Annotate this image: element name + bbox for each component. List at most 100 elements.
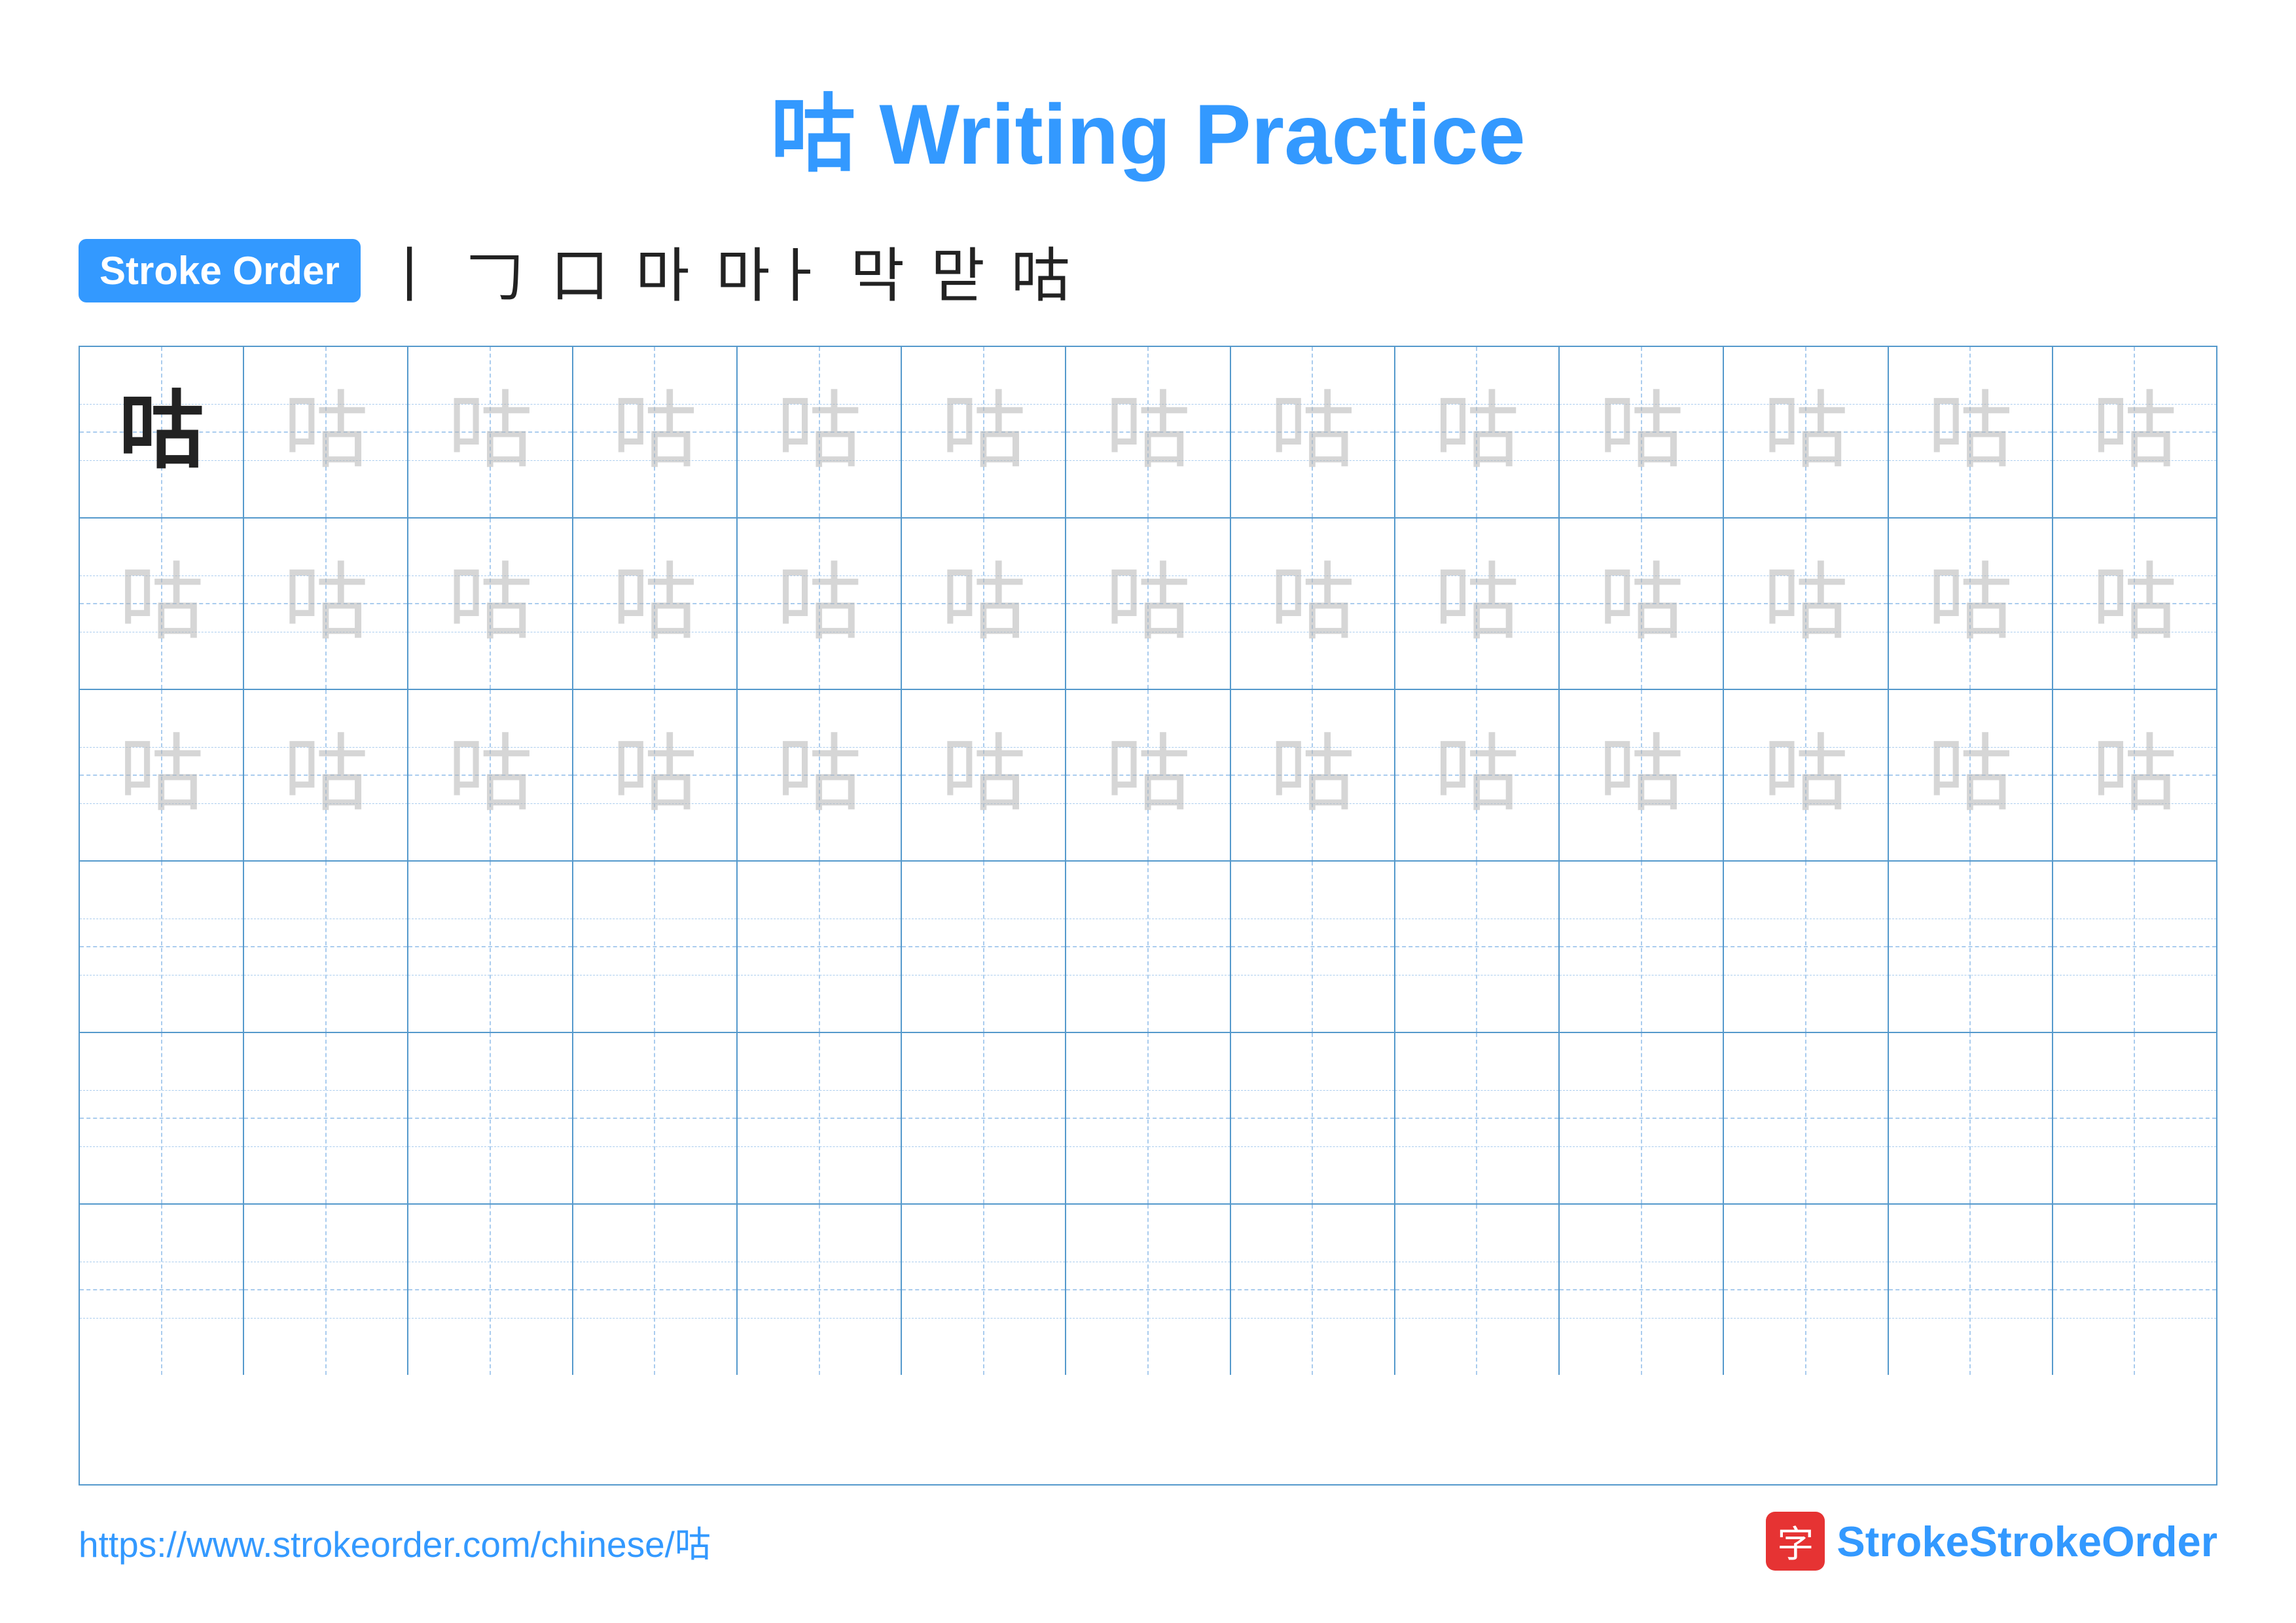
- grid-cell-1-7[interactable]: 咕: [1066, 347, 1230, 517]
- grid-cell-2-12[interactable]: 咕: [1889, 519, 2053, 689]
- grid-cell-2-13[interactable]: 咕: [2053, 519, 2216, 689]
- stroke-step-5: 마ㅏ: [716, 228, 825, 313]
- grid-row-2: 咕 咕 咕 咕 咕 咕 咕 咕 咕 咕 咕 咕 咕: [80, 519, 2216, 690]
- cell-char-faded: 咕: [1270, 390, 1355, 475]
- grid-cell-5-2[interactable]: [244, 1033, 408, 1203]
- grid-cell-1-1[interactable]: 咕: [80, 347, 244, 517]
- grid-cell-3-2[interactable]: 咕: [244, 690, 408, 860]
- grid-cell-5-12[interactable]: [1889, 1033, 2053, 1203]
- grid-cell-3-4[interactable]: 咕: [573, 690, 738, 860]
- grid-cell-2-10[interactable]: 咕: [1560, 519, 1724, 689]
- grid-cell-4-10[interactable]: [1560, 862, 1724, 1032]
- grid-cell-5-13[interactable]: [2053, 1033, 2216, 1203]
- grid-cell-1-11[interactable]: 咕: [1724, 347, 1888, 517]
- grid-cell-1-9[interactable]: 咕: [1395, 347, 1560, 517]
- grid-cell-5-8[interactable]: [1231, 1033, 1395, 1203]
- grid-cell-2-5[interactable]: 咕: [738, 519, 902, 689]
- cell-char-faded: 咕: [941, 390, 1026, 475]
- grid-cell-6-10[interactable]: [1560, 1205, 1724, 1375]
- grid-cell-1-10[interactable]: 咕: [1560, 347, 1724, 517]
- grid-cell-3-10[interactable]: 咕: [1560, 690, 1724, 860]
- grid-cell-6-6[interactable]: [902, 1205, 1066, 1375]
- stroke-step-6: 막: [850, 228, 905, 313]
- cell-char-faded: 咕: [1763, 390, 1848, 475]
- grid-cell-3-7[interactable]: 咕: [1066, 690, 1230, 860]
- grid-cell-6-8[interactable]: [1231, 1205, 1395, 1375]
- grid-cell-2-7[interactable]: 咕: [1066, 519, 1230, 689]
- grid-cell-2-9[interactable]: 咕: [1395, 519, 1560, 689]
- title-label: Writing Practice: [879, 86, 1525, 182]
- grid-cell-6-1[interactable]: [80, 1205, 244, 1375]
- practice-grid: 咕 咕 咕 咕 咕 咕 咕: [79, 346, 2217, 1486]
- grid-cell-3-5[interactable]: 咕: [738, 690, 902, 860]
- grid-cell-1-13[interactable]: 咕: [2053, 347, 2216, 517]
- grid-cell-6-11[interactable]: [1724, 1205, 1888, 1375]
- grid-cell-3-8[interactable]: 咕: [1231, 690, 1395, 860]
- grid-cell-6-2[interactable]: [244, 1205, 408, 1375]
- grid-cell-6-7[interactable]: [1066, 1205, 1230, 1375]
- grid-row-3: 咕 咕 咕 咕 咕 咕 咕 咕 咕 咕 咕 咕 咕: [80, 690, 2216, 862]
- grid-cell-4-11[interactable]: [1724, 862, 1888, 1032]
- grid-cell-2-8[interactable]: 咕: [1231, 519, 1395, 689]
- grid-cell-3-1[interactable]: 咕: [80, 690, 244, 860]
- grid-row-5: [80, 1033, 2216, 1205]
- strokeorder-logo-icon: 字: [1766, 1512, 1825, 1571]
- grid-cell-4-2[interactable]: [244, 862, 408, 1032]
- page: 咕 Writing Practice Stroke Order 丨 𠃌 口 마 …: [0, 0, 2296, 1623]
- grid-cell-1-3[interactable]: 咕: [408, 347, 573, 517]
- cell-char-faded: 咕: [612, 390, 697, 475]
- grid-cell-2-3[interactable]: 咕: [408, 519, 573, 689]
- grid-cell-5-1[interactable]: [80, 1033, 244, 1203]
- grid-cell-4-1[interactable]: [80, 862, 244, 1032]
- grid-cell-5-9[interactable]: [1395, 1033, 1560, 1203]
- grid-cell-6-12[interactable]: [1889, 1205, 2053, 1375]
- grid-cell-2-4[interactable]: 咕: [573, 519, 738, 689]
- grid-cell-1-2[interactable]: 咕: [244, 347, 408, 517]
- grid-cell-4-7[interactable]: [1066, 862, 1230, 1032]
- stroke-steps: 丨 𠃌 口 마 마ㅏ 막 맏 咕: [380, 228, 1070, 313]
- grid-row-6: [80, 1205, 2216, 1375]
- grid-cell-5-6[interactable]: [902, 1033, 1066, 1203]
- grid-cell-6-13[interactable]: [2053, 1205, 2216, 1375]
- grid-cell-3-13[interactable]: 咕: [2053, 690, 2216, 860]
- grid-cell-3-3[interactable]: 咕: [408, 690, 573, 860]
- grid-cell-6-5[interactable]: [738, 1205, 902, 1375]
- grid-cell-5-7[interactable]: [1066, 1033, 1230, 1203]
- grid-cell-5-5[interactable]: [738, 1033, 902, 1203]
- grid-cell-5-4[interactable]: [573, 1033, 738, 1203]
- cell-char-faded: 咕: [448, 390, 533, 475]
- grid-cell-3-6[interactable]: 咕: [902, 690, 1066, 860]
- grid-cell-5-10[interactable]: [1560, 1033, 1724, 1203]
- grid-cell-4-5[interactable]: [738, 862, 902, 1032]
- grid-cell-2-1[interactable]: 咕: [80, 519, 244, 689]
- grid-cell-5-11[interactable]: [1724, 1033, 1888, 1203]
- grid-cell-4-12[interactable]: [1889, 862, 2053, 1032]
- grid-cell-6-3[interactable]: [408, 1205, 573, 1375]
- grid-cell-6-9[interactable]: [1395, 1205, 1560, 1375]
- grid-cell-2-11[interactable]: 咕: [1724, 519, 1888, 689]
- grid-cell-4-4[interactable]: [573, 862, 738, 1032]
- grid-cell-1-6[interactable]: 咕: [902, 347, 1066, 517]
- stroke-order-badge: Stroke Order: [79, 239, 361, 302]
- grid-cell-3-9[interactable]: 咕: [1395, 690, 1560, 860]
- grid-cell-1-5[interactable]: 咕: [738, 347, 902, 517]
- cell-char-faded: 咕: [1928, 390, 2013, 475]
- grid-cell-3-11[interactable]: 咕: [1724, 690, 1888, 860]
- grid-cell-4-3[interactable]: [408, 862, 573, 1032]
- grid-cell-3-12[interactable]: 咕: [1889, 690, 2053, 860]
- grid-cell-1-8[interactable]: 咕: [1231, 347, 1395, 517]
- grid-cell-5-3[interactable]: [408, 1033, 573, 1203]
- grid-cell-1-12[interactable]: 咕: [1889, 347, 2053, 517]
- cell-char-faded: 咕: [1599, 390, 1684, 475]
- cell-char-faded: 咕: [777, 390, 862, 475]
- grid-cell-4-13[interactable]: [2053, 862, 2216, 1032]
- grid-cell-4-6[interactable]: [902, 862, 1066, 1032]
- grid-cell-2-2[interactable]: 咕: [244, 519, 408, 689]
- stroke-order-row: Stroke Order 丨 𠃌 口 마 마ㅏ 막 맏 咕: [79, 228, 2217, 313]
- grid-cell-2-6[interactable]: 咕: [902, 519, 1066, 689]
- grid-cell-1-4[interactable]: 咕: [573, 347, 738, 517]
- grid-cell-4-9[interactable]: [1395, 862, 1560, 1032]
- grid-cell-6-4[interactable]: [573, 1205, 738, 1375]
- footer-url[interactable]: https://www.strokeorder.com/chinese/咕: [79, 1515, 711, 1567]
- grid-cell-4-8[interactable]: [1231, 862, 1395, 1032]
